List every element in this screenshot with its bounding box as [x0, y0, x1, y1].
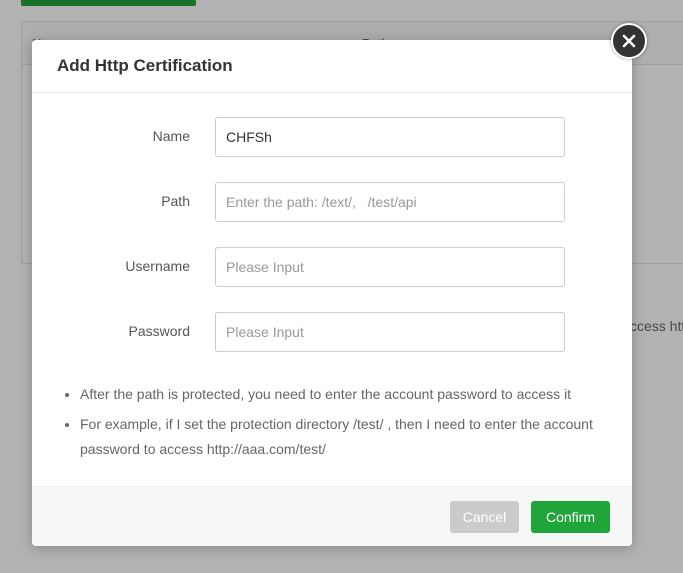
- username-input[interactable]: [215, 247, 565, 287]
- path-input[interactable]: [215, 182, 565, 222]
- help-note-item: After the path is protected, you need to…: [80, 382, 640, 407]
- confirm-button[interactable]: Confirm: [531, 501, 610, 533]
- password-row: Password: [32, 312, 632, 352]
- close-button[interactable]: [611, 23, 647, 59]
- close-icon: [622, 34, 636, 48]
- name-label: Name: [152, 128, 190, 144]
- cancel-button[interactable]: Cancel: [450, 501, 519, 533]
- password-input[interactable]: [215, 312, 565, 352]
- dialog-footer: Cancel Confirm: [32, 486, 632, 546]
- add-http-certification-dialog: Add Http Certification Name Path Usernam…: [32, 23, 647, 546]
- username-row: Username: [32, 247, 632, 287]
- name-input[interactable]: [215, 117, 565, 157]
- dialog-header: Add Http Certification: [32, 40, 632, 93]
- path-label: Path: [161, 193, 190, 209]
- dialog-title: Add Http Certification: [57, 56, 233, 75]
- help-note-item: For example, if I set the protection dir…: [80, 412, 640, 462]
- name-row: Name: [32, 117, 632, 157]
- path-row: Path: [32, 182, 632, 222]
- username-label: Username: [125, 258, 190, 274]
- help-notes: After the path is protected, you need to…: [60, 382, 640, 467]
- password-label: Password: [128, 323, 190, 339]
